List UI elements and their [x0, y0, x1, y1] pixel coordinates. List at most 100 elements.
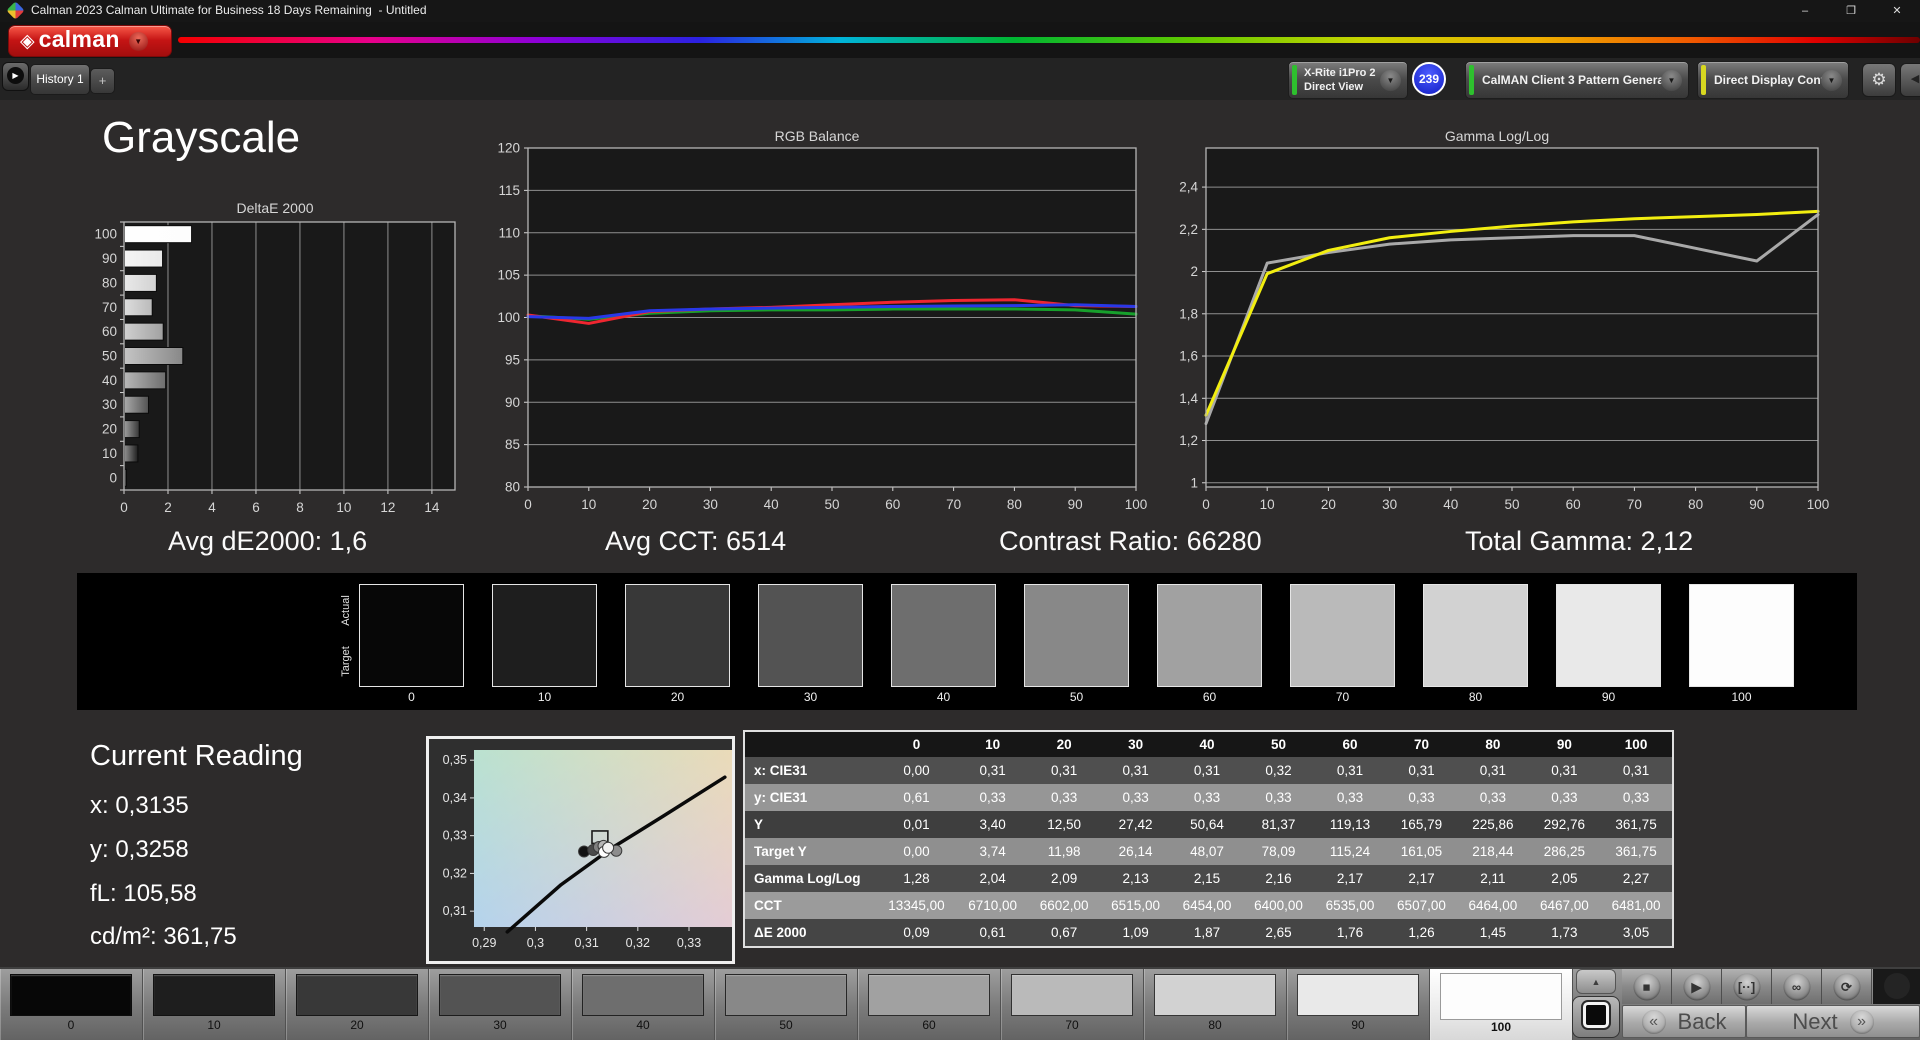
close-icon[interactable]: ✕ [1874, 0, 1920, 22]
pattern-patch-button-100[interactable]: 100 [1430, 969, 1573, 1040]
chevron-down-icon: ▼ [1821, 70, 1842, 91]
reading-fl: fL: 105,58 [90, 880, 197, 907]
chevron-left-icon: « [1641, 1009, 1666, 1034]
play-icon: ▶ [1683, 973, 1710, 1000]
svg-text:40: 40 [102, 373, 117, 388]
svg-text:4: 4 [208, 500, 216, 515]
meter-reading-badge[interactable]: 239 [1412, 62, 1446, 96]
continuous-button[interactable]: ∞ [1772, 969, 1822, 1004]
calman-diamond-icon: ◈ [20, 30, 35, 52]
pattern-patch-row: 0 10 20 30 40 50 60 70 80 90 100 [0, 969, 1573, 1040]
page-title: Grayscale [102, 113, 301, 162]
svg-text:2,4: 2,4 [1179, 180, 1198, 195]
svg-text:0,35: 0,35 [443, 753, 467, 767]
play-button[interactable]: ▶ [1672, 969, 1722, 1004]
minimize-icon[interactable]: – [1782, 0, 1828, 22]
svg-text:0,32: 0,32 [626, 936, 650, 950]
gear-icon[interactable]: ⚙ [1862, 63, 1896, 97]
calman-logo-text: calman [38, 26, 120, 52]
pattern-patch-button-80[interactable]: 80 [1144, 969, 1287, 1040]
grayscale-swatch-40: 40 [891, 584, 996, 704]
svg-text:80: 80 [505, 480, 520, 495]
stop-button[interactable]: ■ [1622, 969, 1672, 1004]
target-row-label: Target [340, 646, 352, 677]
title-bar: Calman 2023 Calman Ultimate for Business… [0, 0, 1920, 22]
logo-bar: ◈ calman ▼ [0, 22, 1920, 58]
add-tab-button[interactable]: + [90, 68, 115, 94]
stat-contrast-ratio: Contrast Ratio: 66280 [999, 526, 1262, 556]
pattern-patch-button-50[interactable]: 50 [715, 969, 858, 1040]
grayscale-swatch-30: 30 [758, 584, 863, 704]
svg-text:0,33: 0,33 [443, 829, 467, 843]
pattern-patch-button-20[interactable]: 20 [286, 969, 429, 1040]
layout-panel-button[interactable]: ▶ [2, 62, 29, 91]
svg-text:0: 0 [109, 470, 117, 485]
window-title: Calman 2023 Calman Ultimate for Business… [31, 3, 427, 17]
svg-text:10: 10 [581, 497, 596, 512]
maximize-icon[interactable]: ❐ [1828, 0, 1874, 22]
svg-text:20: 20 [642, 497, 657, 512]
svg-text:90: 90 [505, 395, 520, 410]
current-reading-title: Current Reading [90, 740, 303, 772]
pattern-window-button[interactable] [1572, 996, 1620, 1038]
next-button[interactable]: Next » [1746, 1005, 1920, 1038]
svg-text:2: 2 [1190, 264, 1198, 279]
svg-text:100: 100 [1807, 497, 1830, 512]
svg-text:100: 100 [497, 310, 520, 325]
pattern-patch-button-40[interactable]: 40 [572, 969, 715, 1040]
svg-text:100: 100 [94, 227, 117, 242]
svg-text:1,4: 1,4 [1179, 391, 1198, 406]
svg-text:0: 0 [1202, 497, 1210, 512]
svg-text:90: 90 [1749, 497, 1764, 512]
svg-text:95: 95 [505, 352, 520, 367]
back-button[interactable]: « Back [1622, 1005, 1746, 1038]
reading-cdm2: cd/m²: 361,75 [90, 923, 237, 950]
tab-history-1[interactable]: History 1 [30, 64, 90, 95]
deltae-bar-0 [124, 468, 127, 487]
svg-text:20: 20 [102, 422, 117, 437]
svg-text:30: 30 [1382, 497, 1397, 512]
table-col-70: 70 [1385, 731, 1458, 757]
rgb-balance-line-chart: 80 85 90 95 100 105 110 115 120 0 10 20 30 40 50 60 70 80… [497, 141, 1147, 513]
svg-text:0,31: 0,31 [443, 904, 467, 918]
svg-text:80: 80 [1688, 497, 1703, 512]
display-control-dropdown[interactable]: Direct Display Control ▼ [1697, 61, 1849, 99]
pattern-series-button[interactable]: [··] [1722, 969, 1772, 1004]
svg-text:85: 85 [505, 437, 520, 452]
chevron-up-icon[interactable]: ▲ [1576, 969, 1616, 994]
svg-text:10: 10 [102, 446, 117, 461]
svg-text:0,32: 0,32 [443, 866, 467, 880]
svg-text:30: 30 [102, 397, 117, 412]
rainbow-gradient-bar [178, 37, 1920, 43]
svg-text:12: 12 [380, 500, 395, 515]
pattern-patch-button-0[interactable]: 0 [0, 969, 143, 1040]
svg-text:1,6: 1,6 [1179, 349, 1198, 364]
cie-chromaticity-chart: 0,29 0,3 0,31 0,32 0,33 0,31 0,32 0,33 0,34 0,35 [426, 736, 735, 964]
pattern-generator-dropdown[interactable]: CalMAN Client 3 Pattern Generator ▼ [1465, 61, 1689, 99]
svg-text:1: 1 [1190, 475, 1198, 490]
pattern-series-icon: [··] [1733, 973, 1760, 1000]
pattern-patch-button-90[interactable]: 90 [1287, 969, 1430, 1040]
svg-text:50: 50 [102, 349, 117, 364]
pattern-patch-button-70[interactable]: 70 [1001, 969, 1144, 1040]
svg-text:0,33: 0,33 [677, 936, 701, 950]
svg-text:0,31: 0,31 [574, 936, 598, 950]
repeat-button[interactable]: ⟳ [1822, 969, 1872, 1004]
meter-dropdown[interactable]: X-Rite i1Pro 2 Direct View ▼ [1288, 61, 1408, 99]
grayscale-swatch-100: 100 [1689, 584, 1794, 704]
collapse-toolbar-button[interactable]: ◀ [1900, 63, 1920, 97]
svg-text:20: 20 [1321, 497, 1336, 512]
pattern-patch-button-30[interactable]: 30 [429, 969, 572, 1040]
table-row: x: CIE31 0,00 0,31 0,31 0,31 0,31 0,32 0,31 0,31… [744, 757, 1673, 784]
calman-menu-button[interactable]: ◈ calman ▼ [8, 25, 172, 57]
grayscale-swatch-10: 10 [492, 584, 597, 704]
svg-text:115: 115 [498, 183, 520, 198]
table-col-90: 90 [1528, 731, 1601, 757]
table-col-100: 100 [1600, 731, 1673, 757]
pattern-patch-button-10[interactable]: 10 [143, 969, 286, 1040]
pattern-patch-button-60[interactable]: 60 [858, 969, 1001, 1040]
svg-text:80: 80 [1007, 497, 1022, 512]
svg-text:0,29: 0,29 [472, 936, 496, 950]
reading-x: x: 0,3135 [90, 792, 189, 819]
play-icon: ▶ [7, 67, 24, 84]
